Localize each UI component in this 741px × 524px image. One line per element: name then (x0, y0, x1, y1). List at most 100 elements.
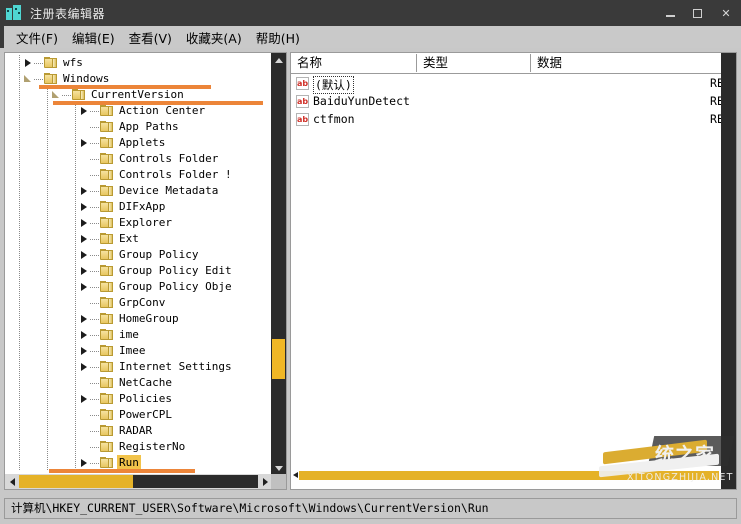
list-vertical-scrollbar[interactable] (721, 53, 736, 489)
tree-item-label: NetCache (119, 376, 172, 389)
registry-editor-icon (5, 4, 22, 22)
tree-guide-line (47, 375, 48, 391)
tree-hscroll-track[interactable] (19, 475, 258, 488)
tree-expander-closed-icon[interactable] (79, 183, 90, 199)
maximize-icon (693, 8, 702, 18)
tree-horizontal-scrollbar[interactable] (5, 474, 272, 489)
scroll-left-arrow-icon[interactable] (5, 474, 19, 489)
tree-item-device-metadata[interactable]: Device Metadata (5, 183, 272, 199)
tree-guide-line (19, 151, 20, 167)
tree-guide-line (47, 215, 48, 231)
folder-icon (100, 377, 114, 389)
table-row[interactable]: ab(默认)REG_SZ(数值未设置) (291, 75, 736, 94)
registry-tree[interactable]: wfs Windows CurrentVersion Action Center App… (5, 53, 272, 476)
tree-hscroll-thumb[interactable] (19, 475, 133, 488)
table-row[interactable]: abBaiduYunDetectREG_SZ"D:\Program Files … (291, 93, 736, 111)
annotation-underline (39, 85, 211, 89)
scroll-up-arrow-icon[interactable] (271, 53, 286, 67)
tree-guide-line (47, 87, 48, 103)
tree-guide-line (75, 407, 76, 423)
window-controls: ✕ (657, 0, 741, 26)
close-button[interactable]: ✕ (711, 0, 741, 26)
menu-file[interactable]: 文件(F) (16, 28, 58, 47)
tree-guide-line (19, 263, 20, 279)
tree-expander-closed-icon[interactable] (79, 247, 90, 263)
tree-expander-closed-icon[interactable] (79, 103, 90, 119)
tree-scroll-track[interactable] (272, 69, 285, 465)
menu-view[interactable]: 查看(V) (129, 28, 172, 47)
tree-guide-line (19, 215, 20, 231)
folder-icon (100, 169, 114, 181)
scroll-right-arrow-icon[interactable] (258, 474, 272, 489)
tree-item-ext[interactable]: Ext (5, 231, 272, 247)
minimize-button[interactable] (657, 0, 684, 26)
tree-item-group-policy-edit[interactable]: Group Policy Edit (5, 263, 272, 279)
tree-expander-closed-icon[interactable] (79, 391, 90, 407)
folder-icon (100, 121, 114, 133)
folder-icon (100, 425, 114, 437)
tree-item-policies[interactable]: Policies (5, 391, 272, 407)
tree-item-controls-folder[interactable]: Controls Folder ! (5, 167, 272, 183)
folder-icon (100, 265, 114, 277)
tree-item-group-policy[interactable]: Group Policy (5, 247, 272, 263)
tree-vertical-scrollbar[interactable] (271, 53, 286, 476)
tree-item-group-policy-obje[interactable]: Group Policy Obje (5, 279, 272, 295)
tree-item-label: Explorer (119, 216, 172, 229)
tree-expander-closed-icon[interactable] (79, 311, 90, 327)
tree-item-powercpl[interactable]: PowerCPL (5, 407, 272, 423)
tree-item-controls-folder[interactable]: Controls Folder (5, 151, 272, 167)
tree-connector-icon (90, 199, 100, 215)
tree-item-label: Imee (119, 344, 146, 357)
tree-guide-line (75, 151, 76, 167)
maximize-button[interactable] (684, 0, 711, 26)
menu-edit[interactable]: 编辑(E) (72, 28, 115, 47)
tree-expander-closed-icon[interactable] (79, 343, 90, 359)
tree-expander-closed-icon[interactable] (79, 279, 90, 295)
tree-item-label: Controls Folder ! (119, 168, 232, 181)
column-header-type[interactable]: 类型 (417, 53, 530, 73)
tree-guide-line (19, 311, 20, 327)
tree-item-app-paths[interactable]: App Paths (5, 119, 272, 135)
menu-help[interactable]: 帮助(H) (256, 28, 300, 47)
tree-item-applets[interactable]: Applets (5, 135, 272, 151)
tree-expander-closed-icon[interactable] (23, 55, 34, 71)
tree-expander-closed-icon[interactable] (79, 231, 90, 247)
tree-item-difxapp[interactable]: DIFxApp (5, 199, 272, 215)
tree-expander-closed-icon[interactable] (79, 199, 90, 215)
tree-expander-closed-icon[interactable] (79, 359, 90, 375)
tree-connector-icon (90, 279, 100, 295)
tree-connector-icon (90, 311, 100, 327)
tree-guide-line (47, 423, 48, 439)
tree-item-grpconv[interactable]: GrpConv (5, 295, 272, 311)
table-row[interactable]: abctfmonREG_SZC:\windows\system32\ctfmon… (291, 111, 736, 129)
tree-item-netcache[interactable]: NetCache (5, 375, 272, 391)
tree-expander-closed-icon[interactable] (79, 135, 90, 151)
tree-item-action-center[interactable]: Action Center (5, 103, 272, 119)
tree-item-registerno[interactable]: RegisterNo (5, 439, 272, 455)
tree-guide-line (47, 343, 48, 359)
tree-expander-closed-icon[interactable] (79, 215, 90, 231)
tree-expander-open-icon[interactable] (23, 71, 34, 87)
tree-expander-closed-icon[interactable] (79, 327, 90, 343)
tree-guide-line (75, 183, 76, 199)
tree-item-internet-settings[interactable]: Internet Settings (5, 359, 272, 375)
column-header-data[interactable]: 数据 (531, 53, 562, 73)
menu-favorites[interactable]: 收藏夹(A) (186, 28, 242, 47)
tree-item-homegroup[interactable]: HomeGroup (5, 311, 272, 327)
tree-item-wfs[interactable]: wfs (5, 55, 272, 71)
tree-item-ime[interactable]: ime (5, 327, 272, 343)
tree-expander-closed-icon[interactable] (79, 263, 90, 279)
tree-guide-line (75, 103, 76, 119)
column-header-name[interactable]: 名称 (291, 53, 416, 73)
tree-scroll-thumb[interactable] (272, 339, 285, 379)
registry-tree-pane: wfs Windows CurrentVersion Action Center App… (4, 52, 287, 490)
tree-item-explorer[interactable]: Explorer (5, 215, 272, 231)
registry-values-pane: 名称 类型 数据 ab(默认)REG_SZ(数值未设置)abBaiduYunDe… (290, 52, 737, 490)
tree-item-radar[interactable]: RADAR (5, 423, 272, 439)
tree-item-label: Group Policy (119, 248, 199, 261)
tree-item-imee[interactable]: Imee (5, 343, 272, 359)
tree-guide-line (75, 359, 76, 375)
folder-icon (100, 313, 114, 325)
